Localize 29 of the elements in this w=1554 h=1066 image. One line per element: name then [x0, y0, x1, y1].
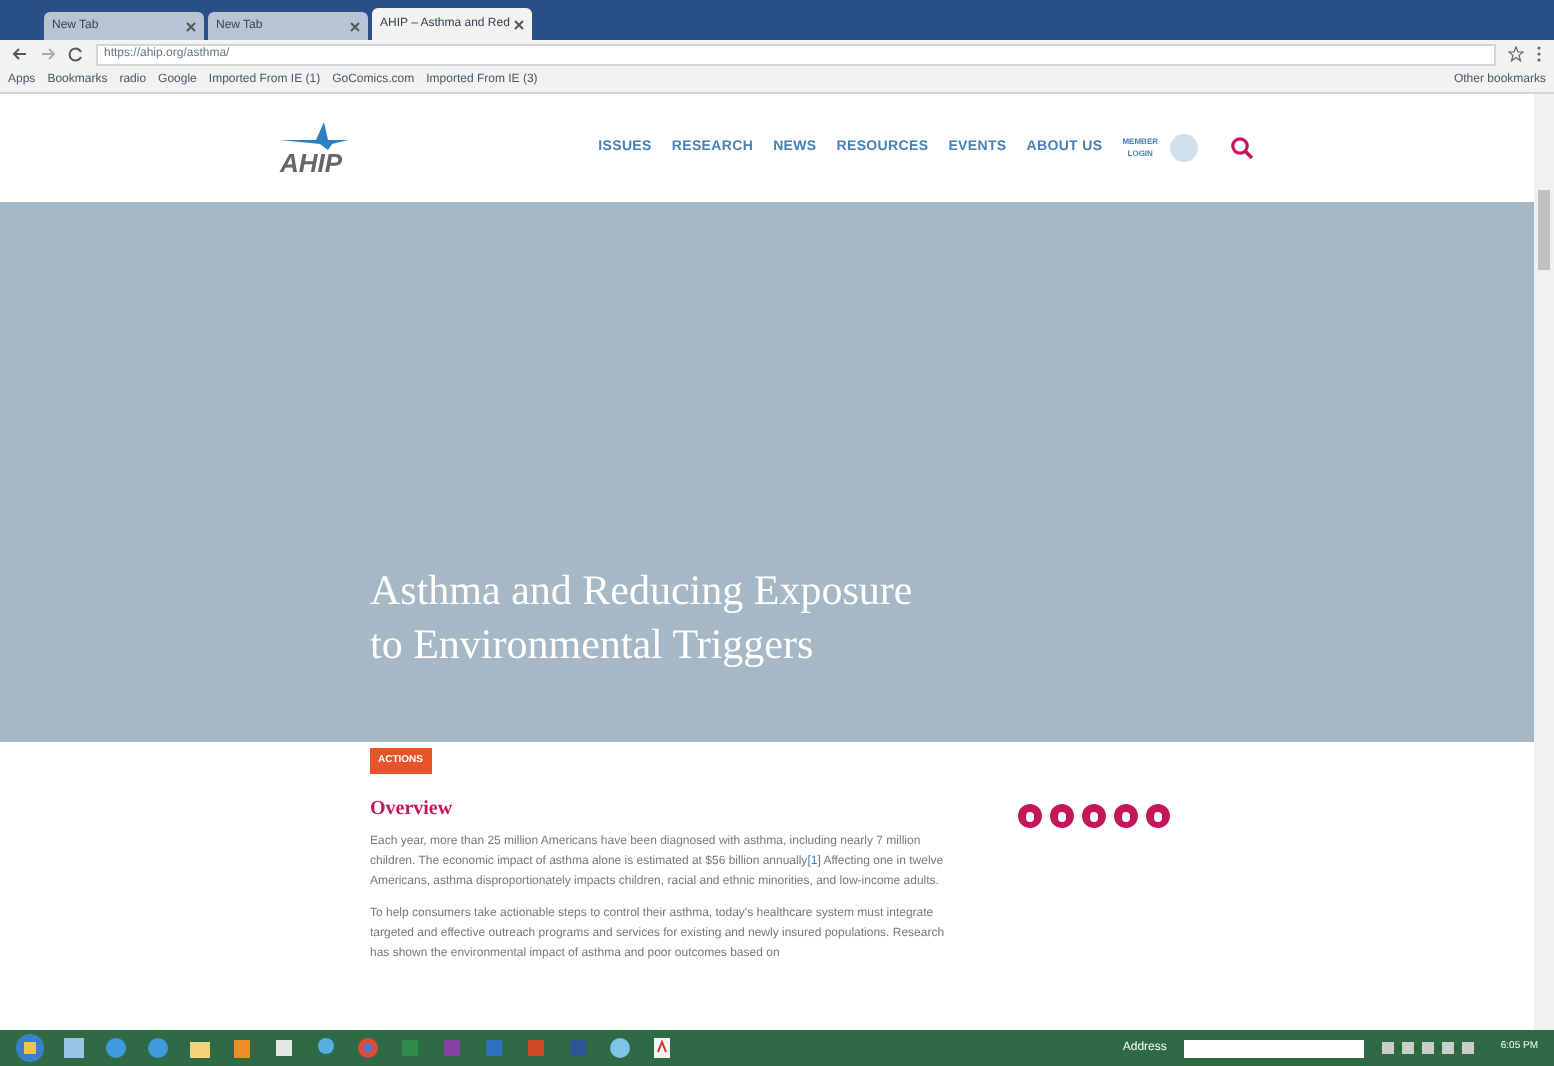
- close-icon[interactable]: [186, 21, 196, 31]
- globe-icon[interactable]: [104, 1036, 128, 1060]
- window-icon[interactable]: [62, 1036, 86, 1060]
- person-icon[interactable]: [314, 1036, 338, 1060]
- folder-icon[interactable]: [188, 1036, 212, 1060]
- search-icon[interactable]: [1230, 136, 1254, 160]
- grid-icon[interactable]: [272, 1036, 296, 1060]
- globe-icon[interactable]: [146, 1036, 170, 1060]
- download-icon[interactable]: [230, 1036, 254, 1060]
- share-icon[interactable]: [1018, 804, 1042, 828]
- share-icon[interactable]: [1082, 804, 1106, 828]
- site-logo[interactable]: AHIP: [280, 149, 343, 175]
- start-button-icon[interactable]: [16, 1034, 44, 1062]
- share-icon[interactable]: [1114, 804, 1138, 828]
- share-icon[interactable]: [1050, 804, 1074, 828]
- reload-icon[interactable]: [68, 46, 84, 62]
- close-icon[interactable]: [514, 19, 524, 29]
- back-icon[interactable]: [12, 46, 28, 62]
- section-heading: Overview: [370, 796, 455, 824]
- pdf-icon[interactable]: [650, 1036, 674, 1060]
- address-input[interactable]: [1184, 1039, 1365, 1057]
- share-icon[interactable]: [1146, 804, 1170, 828]
- hero-title: Asthma and Reducing Exposure: [370, 564, 915, 618]
- hero-title: to Environmental Triggers: [370, 618, 816, 672]
- star-logo-icon: [280, 121, 348, 149]
- globe-icon[interactable]: [608, 1036, 632, 1060]
- menu-icon[interactable]: [1536, 46, 1542, 62]
- close-icon[interactable]: [350, 21, 360, 31]
- star-icon[interactable]: [1508, 46, 1524, 62]
